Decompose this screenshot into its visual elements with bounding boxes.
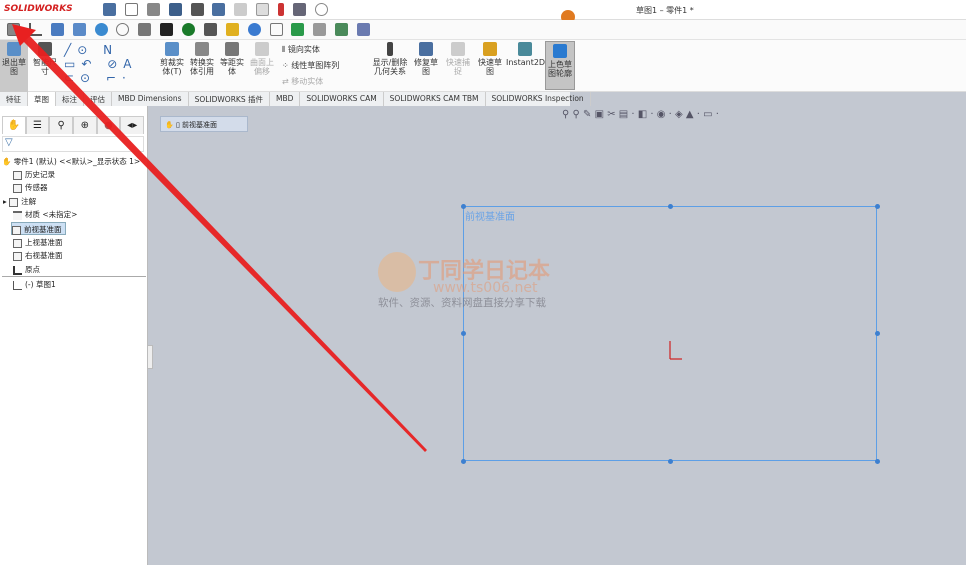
watermark-url: www.ts006.net <box>433 280 538 296</box>
origin-icon <box>669 341 682 360</box>
watermark-slogan: 软件、资源、资料网盘直接分享下载 <box>378 297 546 309</box>
red-arrow <box>14 26 427 452</box>
watermark-logo <box>378 252 416 292</box>
